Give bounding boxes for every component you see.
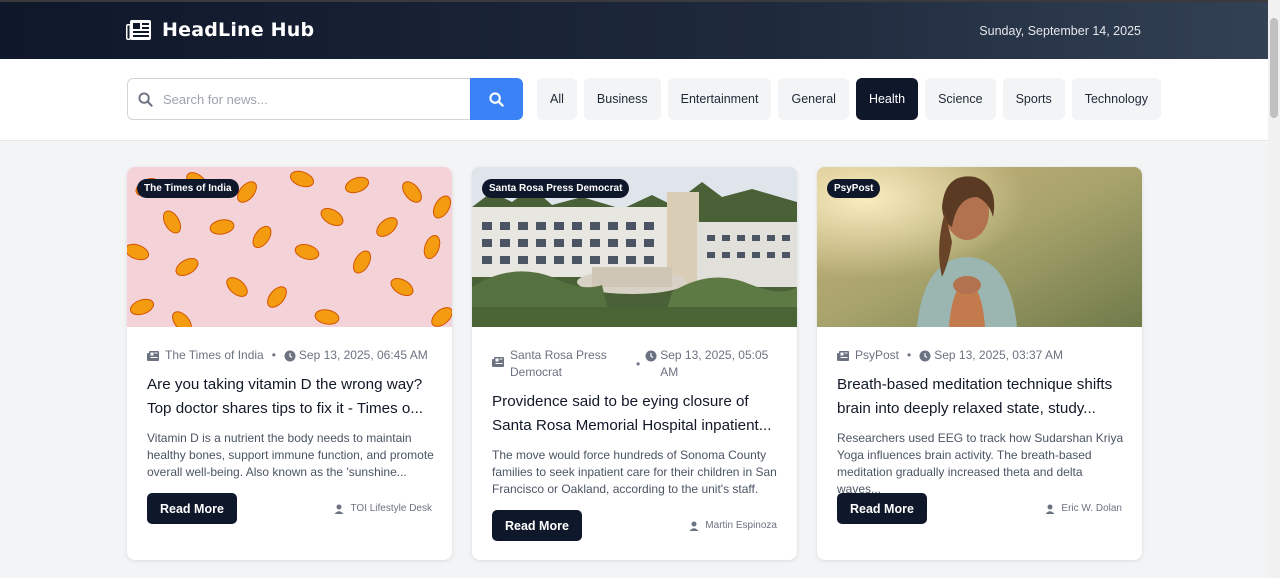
user-icon [689, 521, 699, 531]
article-title[interactable]: Providence said to be eying closure of S… [492, 390, 780, 437]
article-source: PsyPost [855, 348, 900, 362]
search-icon [138, 91, 153, 107]
source-badge: PsyPost [827, 179, 881, 198]
author-name: TOI Lifestyle Desk [350, 503, 432, 514]
article-time: Sep 13, 2025, 05:05 AM [660, 348, 769, 379]
scrollbar-thumb[interactable] [1270, 18, 1278, 118]
search-bar [127, 78, 523, 120]
category-health[interactable]: Health [855, 78, 919, 120]
category-tabs: All Business Entertainment General Healt… [537, 78, 1161, 120]
article-title[interactable]: Breath-based meditation technique shifts… [837, 373, 1125, 420]
category-science[interactable]: Science [925, 78, 996, 120]
app-header: HeadLine Hub Sunday, September 14, 2025 [0, 0, 1268, 59]
category-all[interactable]: All [537, 78, 577, 120]
newspaper-icon [147, 351, 159, 361]
article-title[interactable]: Are you taking vitamin D the wrong way? … [147, 373, 435, 420]
brand-logo[interactable]: HeadLine Hub [126, 19, 314, 41]
article-card: The Times of India The Times of India • … [127, 167, 452, 560]
article-card: Santa Rosa Press Democrat Santa Rosa Pre… [472, 167, 797, 560]
clock-icon [645, 350, 657, 362]
article-source: Santa Rosa Press Democrat [510, 348, 607, 379]
meta-separator: • [907, 348, 912, 362]
source-badge: Santa Rosa Press Democrat [482, 179, 630, 198]
article-meta: PsyPost • Sep 13, 2025, 03:37 AM [837, 347, 1122, 364]
read-more-button[interactable]: Read More [147, 493, 237, 524]
search-button[interactable] [470, 78, 523, 120]
article-description: Researchers used EEG to track how Sudars… [837, 431, 1124, 496]
article-image[interactable]: The Times of India [127, 167, 452, 327]
article-meta: Santa Rosa Press Democrat • Sep 13, 2025… [492, 347, 777, 381]
author-name: Martin Espinoza [705, 520, 777, 531]
article-meta: The Times of India • Sep 13, 2025, 06:45… [147, 347, 432, 364]
article-description: The move would force hundreds of Sonoma … [492, 448, 777, 496]
category-technology[interactable]: Technology [1071, 78, 1161, 120]
page-scrollbar[interactable] [1268, 0, 1280, 578]
category-sports[interactable]: Sports [1002, 78, 1065, 120]
clock-icon [284, 350, 296, 362]
user-icon [334, 504, 344, 514]
clock-icon [919, 350, 931, 362]
article-image[interactable]: PsyPost [817, 167, 1142, 327]
article-author: Martin Espinoza [689, 520, 777, 531]
author-name: Eric W. Dolan [1061, 503, 1122, 514]
category-general[interactable]: General [778, 78, 849, 120]
category-entertainment[interactable]: Entertainment [667, 78, 772, 120]
article-time: Sep 13, 2025, 03:37 AM [934, 348, 1063, 362]
article-source: The Times of India [165, 348, 264, 362]
search-input[interactable] [163, 91, 443, 107]
search-field[interactable] [127, 78, 470, 120]
article-author: Eric W. Dolan [1045, 503, 1122, 514]
current-date: Sunday, September 14, 2025 [979, 24, 1141, 38]
newspaper-icon [837, 351, 849, 361]
filter-toolbar: All Business Entertainment General Healt… [0, 59, 1268, 141]
meta-separator: • [636, 357, 641, 371]
newspaper-icon [492, 357, 504, 367]
search-icon [489, 91, 504, 107]
article-image[interactable]: Santa Rosa Press Democrat [472, 167, 797, 327]
article-time: Sep 13, 2025, 06:45 AM [298, 348, 428, 362]
meta-separator: • [271, 348, 276, 362]
article-author: TOI Lifestyle Desk [334, 503, 432, 514]
newspaper-icon [126, 20, 151, 40]
brand-name: HeadLine Hub [162, 19, 315, 41]
source-badge: The Times of India [137, 179, 239, 198]
article-description: Vitamin D is a nutrient the body needs t… [147, 431, 434, 479]
read-more-button[interactable]: Read More [492, 510, 582, 541]
category-business[interactable]: Business [583, 78, 661, 120]
user-icon [1045, 504, 1055, 514]
article-card: PsyPost PsyPost • Sep 13, 2025, 03:37 AM… [817, 167, 1142, 560]
read-more-button[interactable]: Read More [837, 493, 927, 524]
